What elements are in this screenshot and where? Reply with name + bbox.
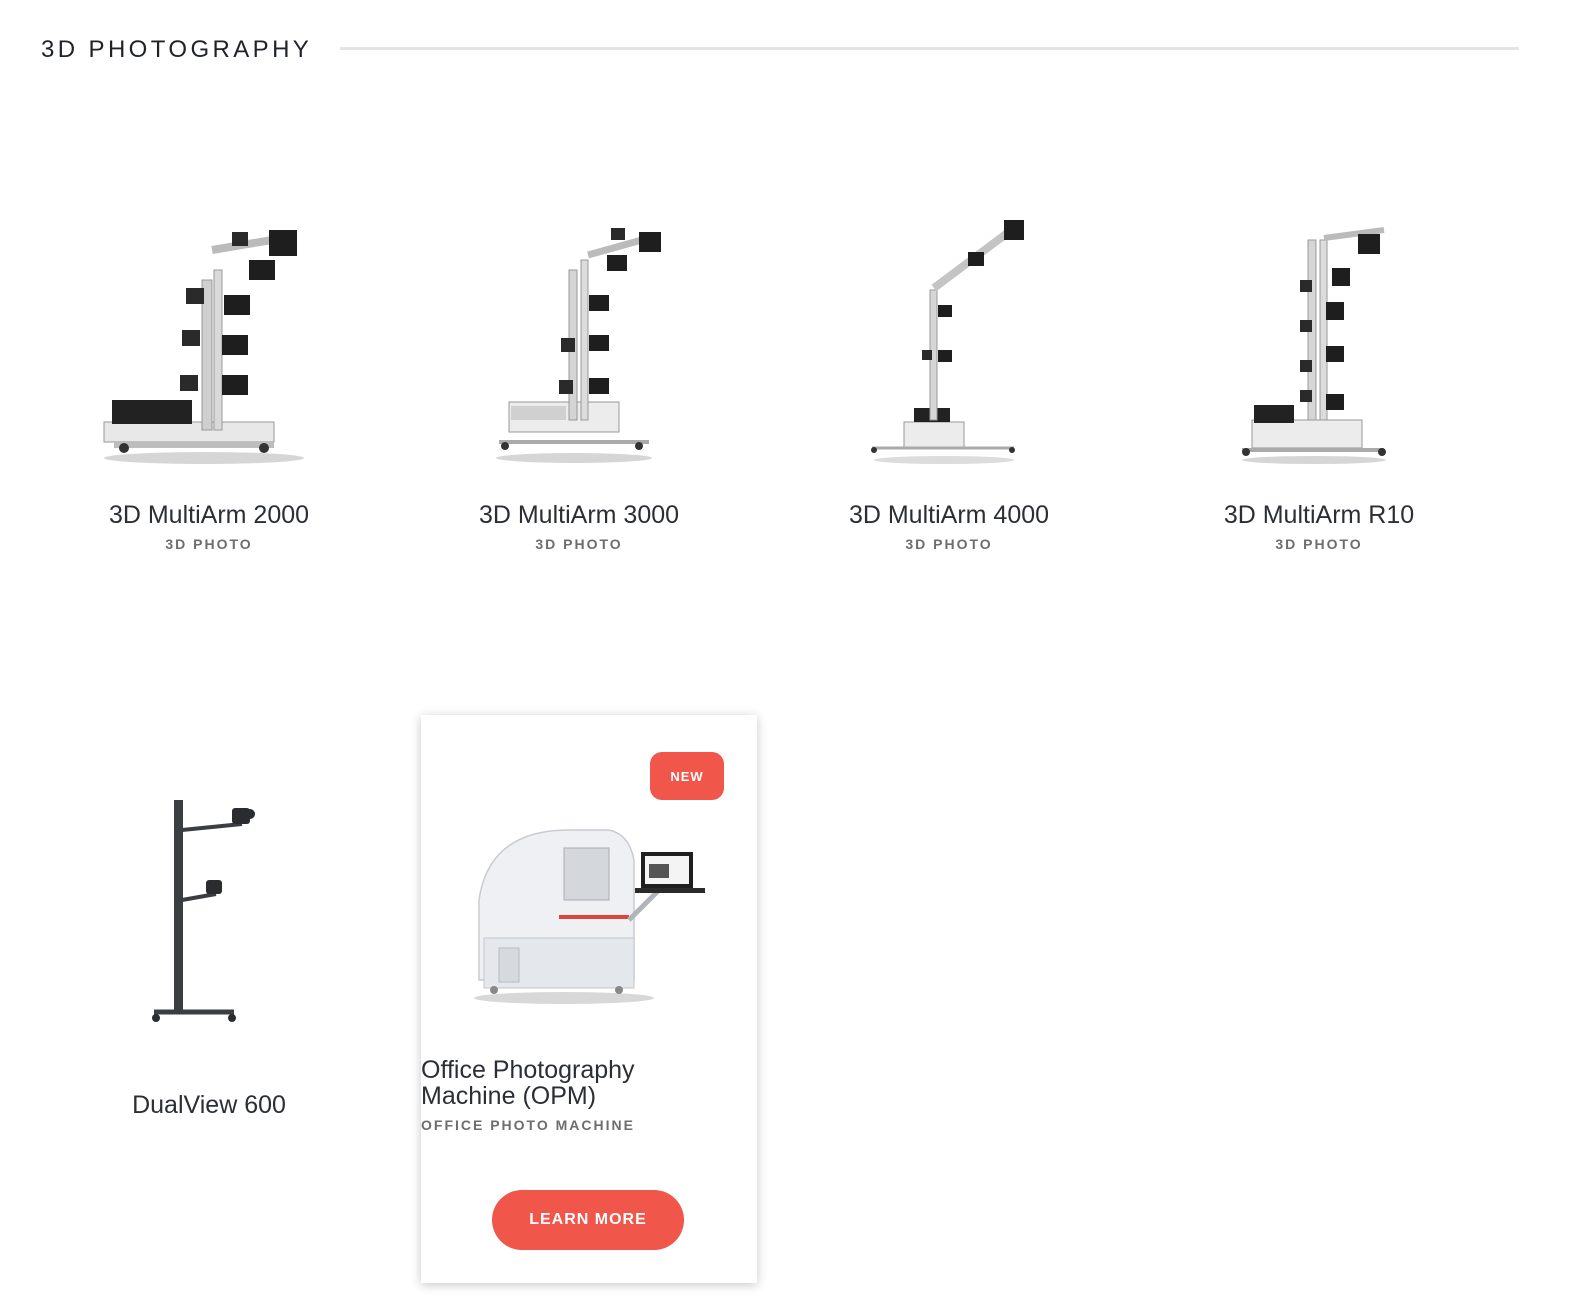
product-title-line1[interactable]: Office Photography: [421, 1057, 757, 1084]
new-badge: NEW: [650, 752, 724, 800]
section-header: 3D PHOTOGRAPHY: [41, 30, 1519, 70]
opm-image: [474, 829, 705, 1004]
product-title-line2[interactable]: Machine (OPM): [421, 1083, 757, 1110]
product-card-multiarm-3000[interactable]: 3D MultiArm 3000 3D PHOTO: [416, 210, 742, 580]
product-category: 3D PHOTO: [905, 536, 993, 552]
multiarm-r10-image: [1242, 227, 1386, 464]
product-title[interactable]: 3D MultiArm 4000: [786, 502, 1112, 529]
multiarm-4000-image: [871, 220, 1024, 464]
section-title: 3D PHOTOGRAPHY: [41, 36, 313, 63]
product-title[interactable]: 3D MultiArm 2000: [46, 502, 372, 529]
product-card-dualview-600[interactable]: DualView 600: [46, 790, 372, 1119]
multiarm-2000-image: [103, 230, 304, 464]
product-title[interactable]: 3D MultiArm 3000: [416, 502, 742, 529]
multiarm-3000-image: [496, 228, 661, 463]
product-title[interactable]: DualView 600: [46, 1092, 372, 1119]
product-category: 3D PHOTO: [165, 536, 253, 552]
section-divider: [340, 46, 1519, 50]
product-card-opm[interactable]: NEW Office Photography Machine (OPM) OFF…: [421, 715, 757, 1283]
learn-more-button[interactable]: LEARN MORE: [492, 1190, 684, 1250]
product-category: 3D PHOTO: [1275, 536, 1363, 552]
product-title[interactable]: 3D MultiArm R10: [1156, 502, 1482, 529]
product-category: 3D PHOTO: [535, 536, 623, 552]
product-card-multiarm-4000[interactable]: 3D MultiArm 4000 3D PHOTO: [786, 210, 1112, 580]
product-card-multiarm-2000[interactable]: 3D MultiArm 2000 3D PHOTO: [46, 210, 372, 580]
dualview-600-image: [152, 800, 255, 1022]
product-card-multiarm-r10[interactable]: 3D MultiArm R10 3D PHOTO: [1156, 210, 1482, 580]
product-category: OFFICE PHOTO MACHINE: [421, 1117, 635, 1133]
